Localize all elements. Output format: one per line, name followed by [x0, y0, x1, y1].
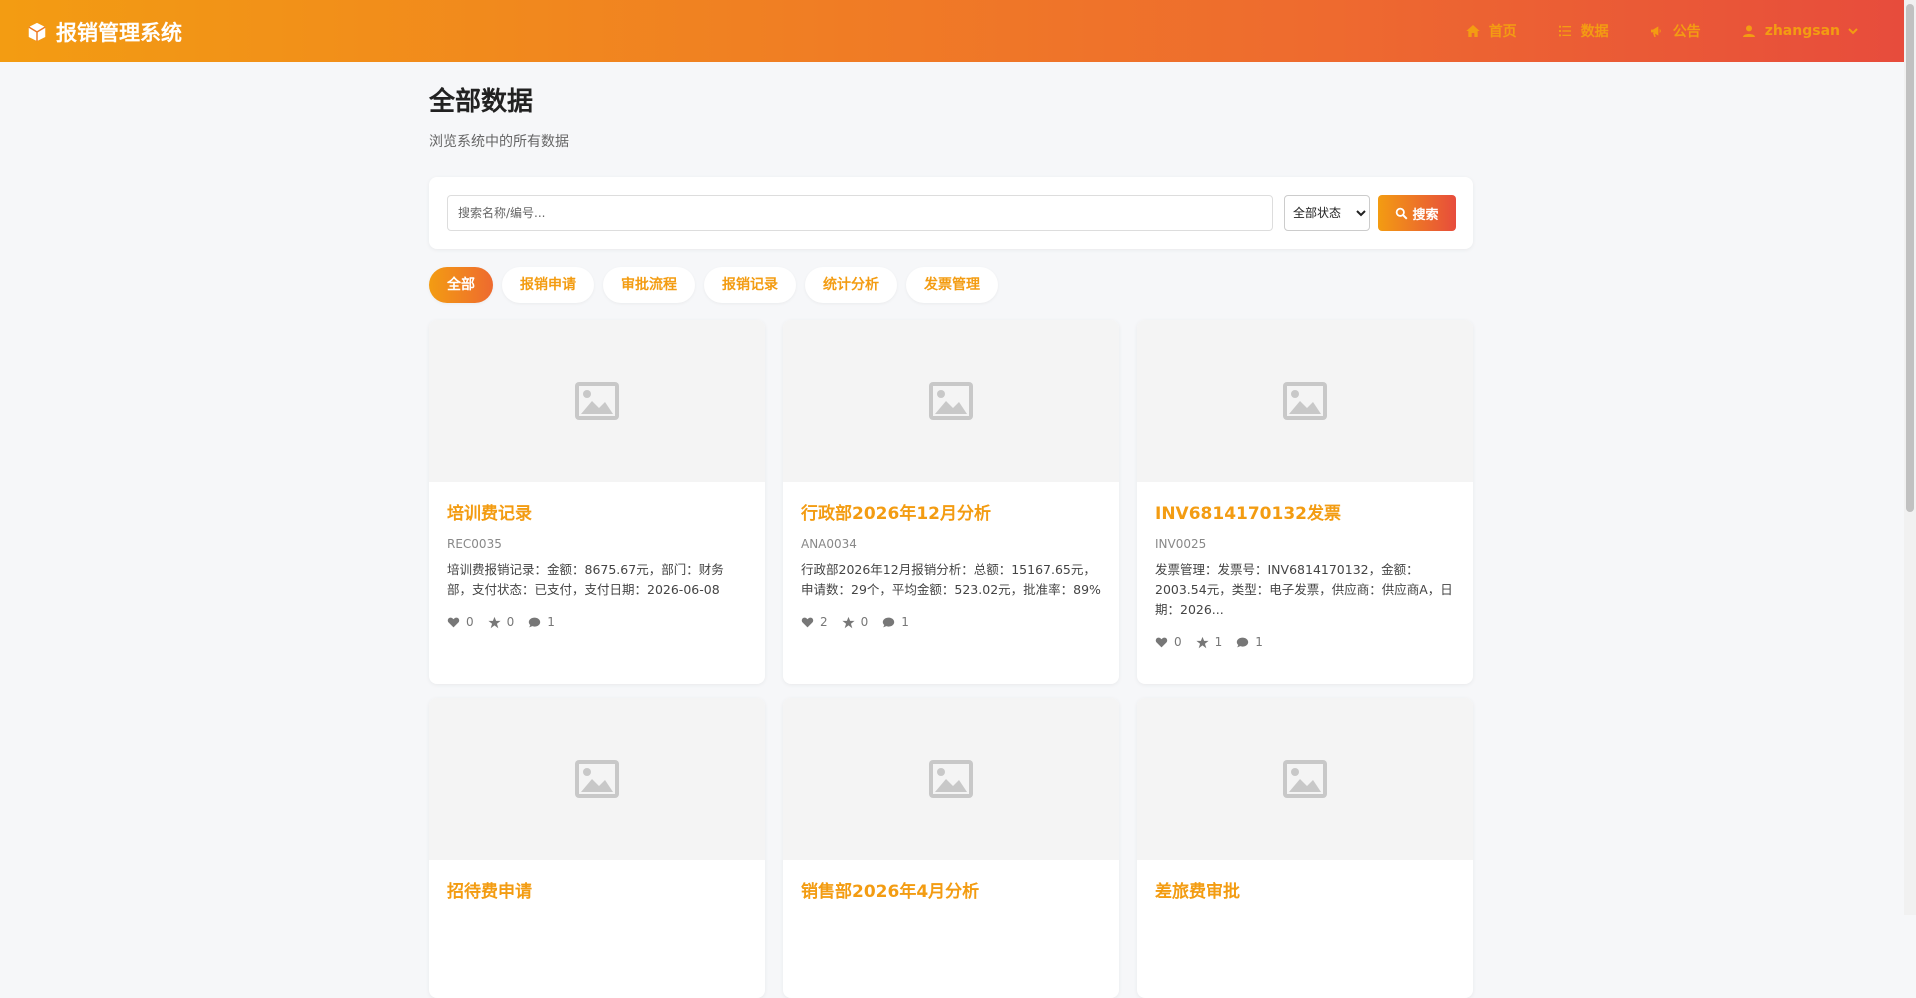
list-icon: [1558, 25, 1571, 37]
tab-approval-flow[interactable]: 审批流程: [603, 267, 695, 303]
like-stat[interactable]: 0: [447, 615, 474, 629]
star-icon: [842, 616, 855, 628]
like-count: 0: [466, 615, 474, 629]
card-description: 行政部2026年12月报销分析：总额：15167.65元，申请数：29个，平均金…: [801, 562, 1101, 597]
card-code: ANA0034: [801, 537, 857, 551]
image-icon: [929, 382, 973, 420]
comment-stat[interactable]: 1: [1236, 635, 1263, 649]
cube-icon: [28, 22, 46, 42]
chevron-down-icon: [1848, 28, 1858, 35]
nav-home[interactable]: 首页: [1465, 21, 1517, 41]
comment-stat[interactable]: 1: [882, 615, 909, 629]
tab-reimburse-records[interactable]: 报销记录: [704, 267, 796, 303]
search-button-label: 搜索: [1412, 207, 1439, 223]
card-title[interactable]: 培训费记录: [447, 502, 747, 526]
comment-count: 1: [901, 615, 909, 629]
heart-icon: [447, 617, 460, 627]
comment-icon: [529, 617, 541, 627]
heart-icon: [801, 617, 814, 627]
search-button[interactable]: 搜索: [1378, 195, 1456, 231]
card-code: INV0025: [1155, 537, 1207, 551]
data-card[interactable]: 招待费申请: [429, 698, 765, 998]
user-menu[interactable]: zhangsan: [1741, 23, 1858, 39]
page-title: 全部数据: [429, 87, 534, 117]
card-image-placeholder: [429, 320, 765, 482]
like-count: 0: [1174, 635, 1182, 649]
main-content: 全部数据 浏览系统中的所有数据 全部状态 搜索 全部 报销申请 审批流程 报销记…: [429, 62, 1473, 998]
search-input[interactable]: [447, 195, 1273, 231]
comment-count: 1: [547, 615, 555, 629]
star-icon: [488, 616, 501, 628]
top-navbar: 报销管理系统 首页 数据 公告 zhangsan: [0, 0, 1904, 62]
card-image-placeholder: [1137, 698, 1473, 860]
like-count: 2: [820, 615, 828, 629]
brand[interactable]: 报销管理系统: [26, 17, 182, 47]
data-card[interactable]: 差旅费审批: [1137, 698, 1473, 998]
nav-data[interactable]: 数据: [1557, 21, 1609, 41]
image-icon: [1283, 382, 1327, 420]
card-title[interactable]: 差旅费审批: [1155, 880, 1455, 904]
card-image-placeholder: [429, 698, 765, 860]
favorite-count: 0: [506, 615, 515, 629]
image-icon: [575, 382, 619, 420]
card-title[interactable]: 招待费申请: [447, 880, 747, 904]
image-icon: [575, 760, 619, 798]
card-stats: 0 1 1: [1155, 632, 1455, 652]
card-code: REC0035: [447, 537, 502, 551]
home-icon: [1466, 25, 1480, 37]
data-card[interactable]: 行政部2026年12月分析 ANA0034 行政部2026年12月报销分析：总额…: [783, 320, 1119, 684]
image-icon: [1283, 760, 1327, 798]
star-icon: [1196, 636, 1209, 648]
tab-invoice[interactable]: 发票管理: [906, 267, 998, 303]
card-title[interactable]: 行政部2026年12月分析: [801, 502, 1101, 526]
tab-all[interactable]: 全部: [429, 267, 493, 303]
card-description: 发票管理：发票号：INV6814170132，金额：2003.54元，类型：电子…: [1155, 562, 1453, 617]
favorite-stat[interactable]: 0: [842, 615, 869, 629]
scrollbar-thumb[interactable]: [1906, 4, 1914, 512]
data-card[interactable]: 销售部2026年4月分析: [783, 698, 1119, 998]
comment-stat[interactable]: 1: [528, 615, 555, 629]
card-title[interactable]: INV6814170132发票: [1155, 502, 1455, 526]
page-scrollbar[interactable]: [1904, 0, 1916, 915]
card-image-placeholder: [783, 698, 1119, 860]
nav-data-label: 数据: [1580, 24, 1609, 40]
image-icon: [929, 760, 973, 798]
card-stats: 0 0 1: [447, 612, 747, 632]
tab-statistics[interactable]: 统计分析: [805, 267, 897, 303]
comment-count: 1: [1255, 635, 1263, 649]
favorite-count: 1: [1214, 635, 1223, 649]
nav-notice-label: 公告: [1672, 24, 1701, 40]
favorite-count: 0: [860, 615, 869, 629]
card-title[interactable]: 销售部2026年4月分析: [801, 880, 1101, 904]
search-icon: [1396, 207, 1408, 219]
card-description: 培训费报销记录：金额：8675.67元，部门：财务部，支付状态：已支付，支付日期…: [447, 562, 724, 597]
card-stats: 2 0 1: [801, 612, 1101, 632]
username: zhangsan: [1764, 23, 1840, 39]
tab-reimburse-apply[interactable]: 报销申请: [502, 267, 594, 303]
nav-home-label: 首页: [1488, 24, 1517, 40]
card-image-placeholder: [1137, 320, 1473, 482]
data-card[interactable]: 培训费记录 REC0035 培训费报销记录：金额：8675.67元，部门：财务部…: [429, 320, 765, 684]
like-stat[interactable]: 0: [1155, 635, 1182, 649]
app-title: 报销管理系统: [56, 21, 182, 45]
search-panel: 全部状态 搜索: [429, 177, 1473, 249]
favorite-stat[interactable]: 0: [488, 615, 515, 629]
nav-notice[interactable]: 公告: [1649, 21, 1701, 41]
bullhorn-icon: [1650, 26, 1661, 37]
heart-icon: [1155, 637, 1168, 647]
status-select[interactable]: 全部状态: [1284, 195, 1370, 231]
favorite-stat[interactable]: 1: [1196, 635, 1223, 649]
data-card[interactable]: INV6814170132发票 INV0025 发票管理：发票号：INV6814…: [1137, 320, 1473, 684]
user-icon: [1742, 25, 1755, 37]
comment-icon: [1237, 637, 1249, 647]
card-image-placeholder: [783, 320, 1119, 482]
comment-icon: [883, 617, 895, 627]
page-subtitle: 浏览系统中的所有数据: [429, 134, 569, 150]
like-stat[interactable]: 2: [801, 615, 828, 629]
category-tabs: 全部 报销申请 审批流程 报销记录 统计分析 发票管理: [429, 267, 998, 303]
